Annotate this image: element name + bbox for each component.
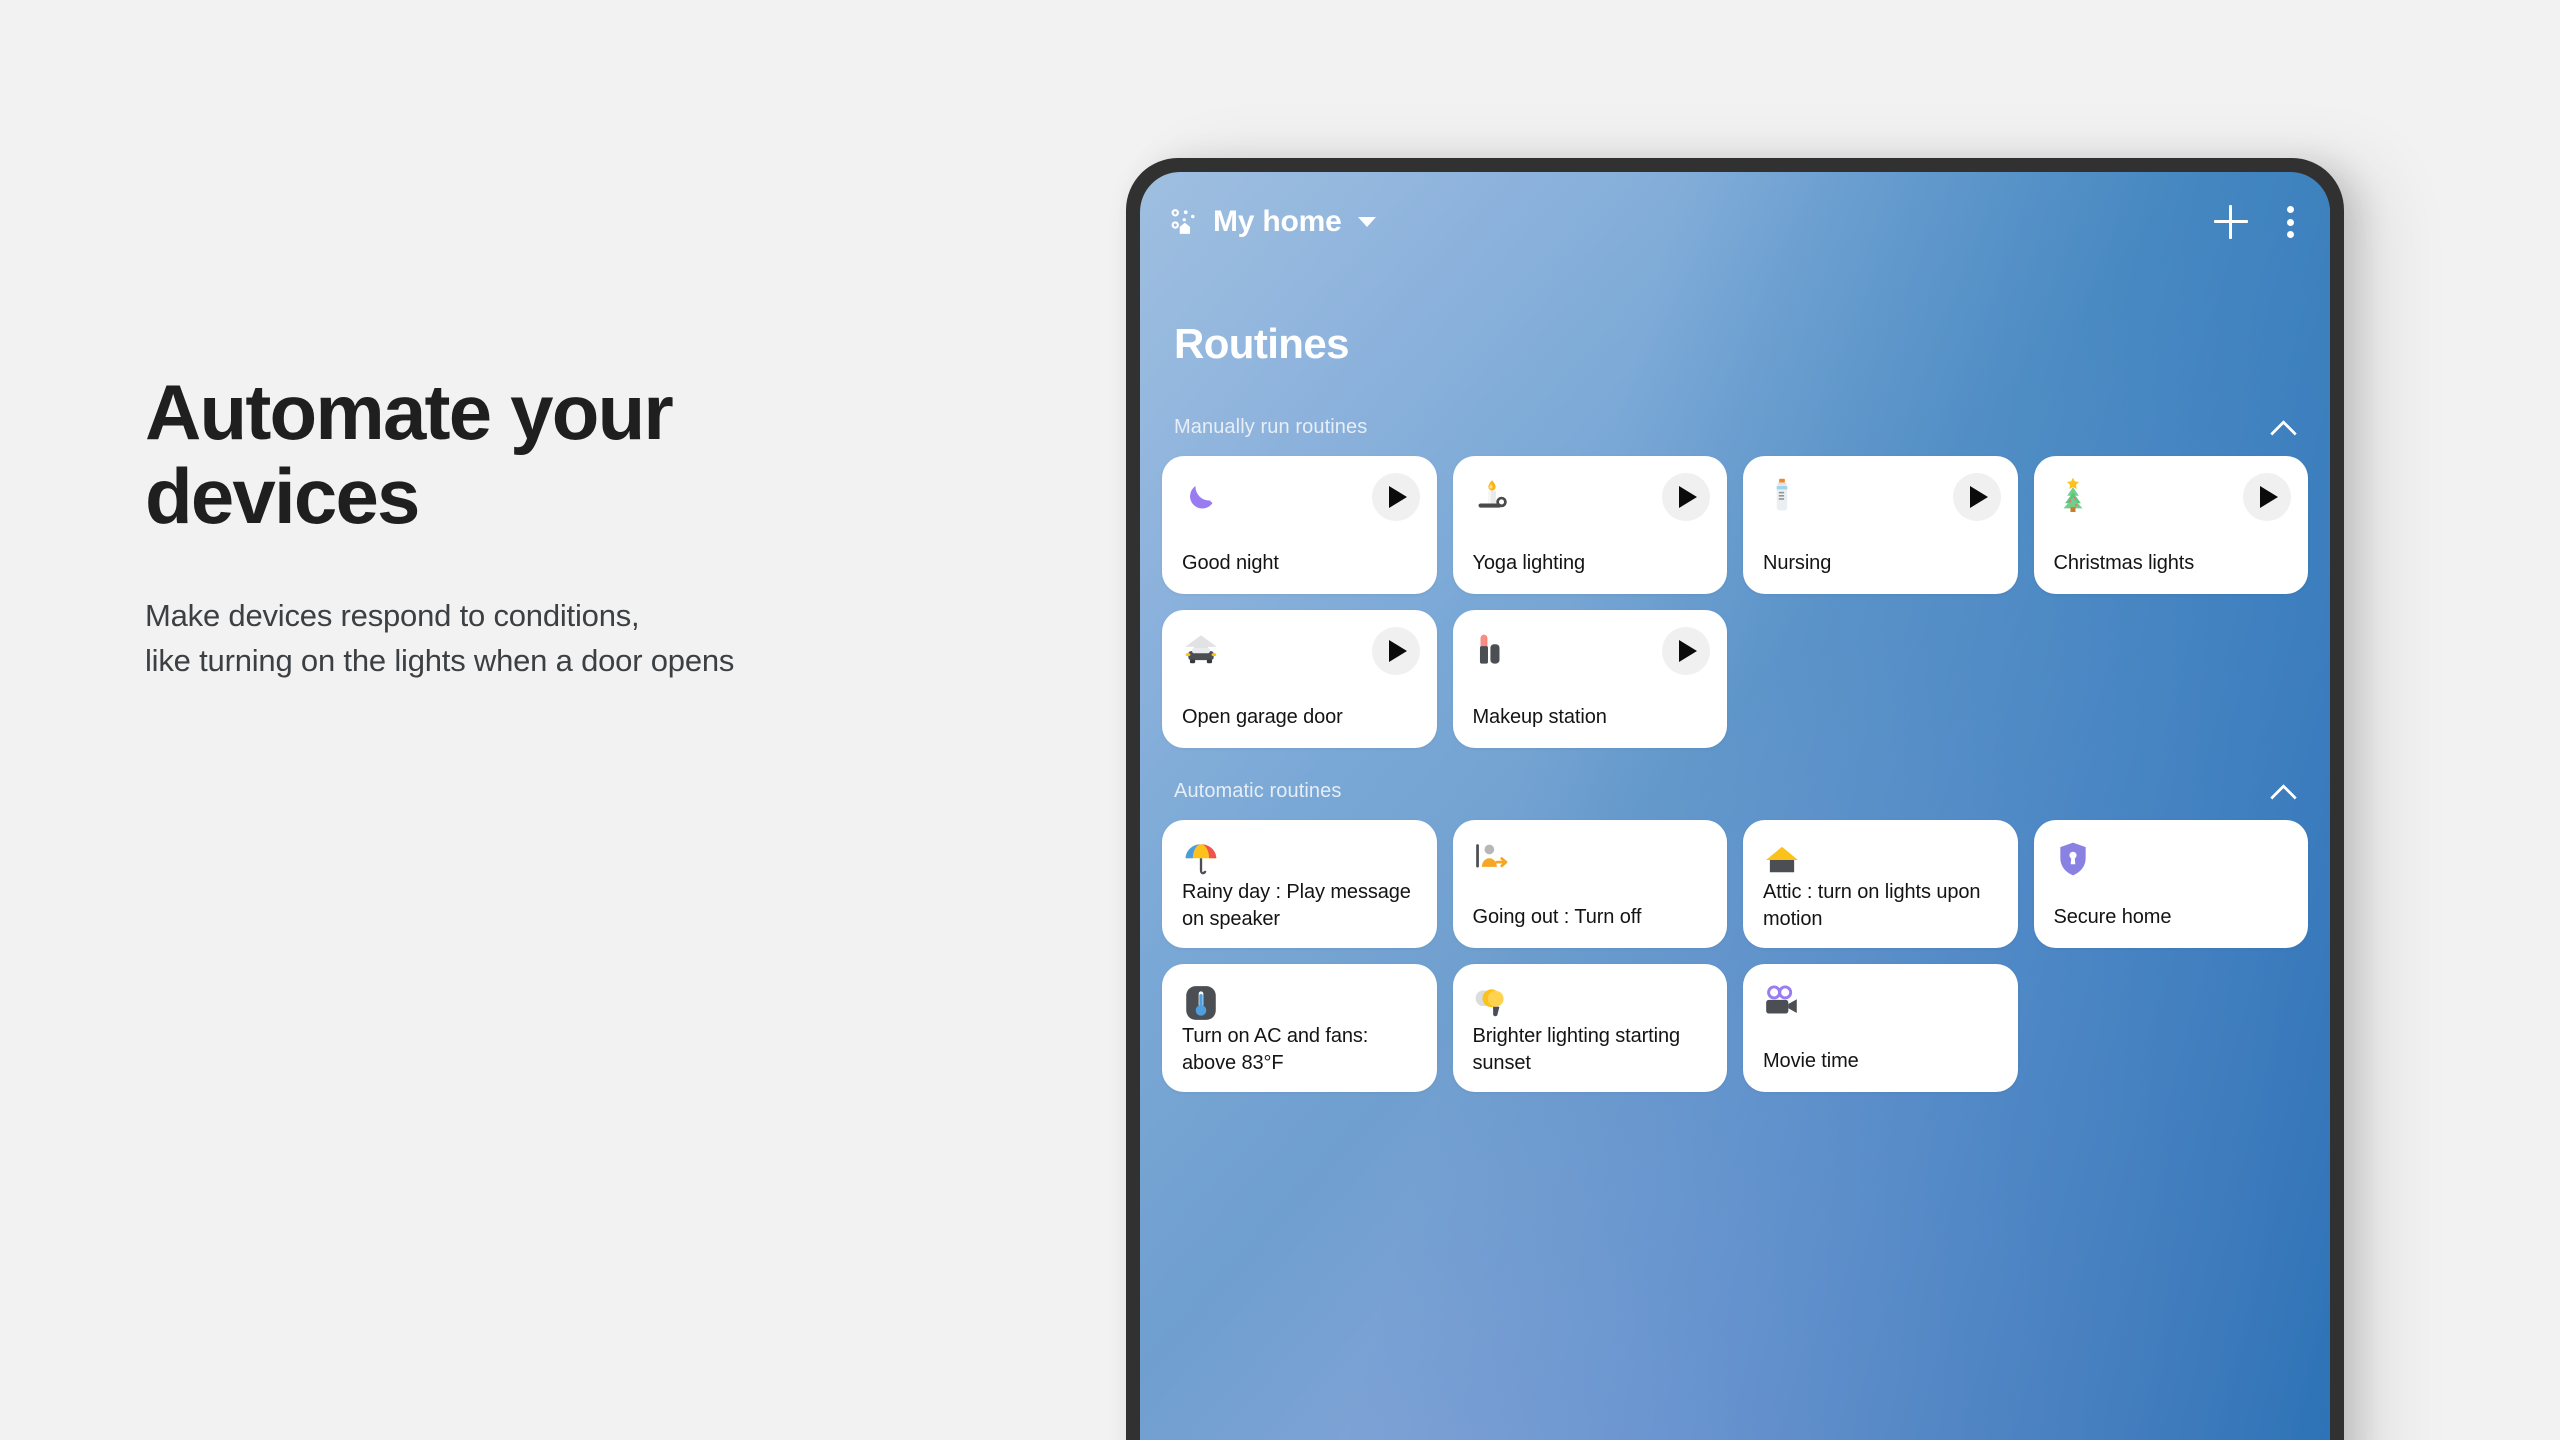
- grid-empty-slot: [2034, 964, 2309, 1092]
- grid-empty-slot: [1743, 610, 2018, 748]
- lipstick-icon: [1473, 630, 1511, 668]
- routine-card[interactable]: Makeup station: [1452, 610, 1727, 748]
- plus-icon[interactable]: [2214, 205, 2248, 239]
- routine-label: Good night: [1182, 551, 1279, 574]
- play-icon[interactable]: [2243, 473, 2291, 521]
- routine-label: Movie time: [1763, 1049, 1859, 1072]
- routine-card[interactable]: Open garage door: [1162, 610, 1437, 748]
- routine-label: Turn on AC and fans: above 83°F: [1182, 1025, 1369, 1074]
- app-bar-actions: [2214, 205, 2294, 239]
- section-header-manual[interactable]: Manually run routines: [1162, 410, 2308, 444]
- routine-label: Yoga lighting: [1472, 551, 1586, 574]
- attic-house-icon: [1763, 840, 1801, 878]
- section-label-manual: Manually run routines: [1174, 415, 1368, 438]
- phone-mockup: My home Routines Manually run routines G…: [1126, 158, 2344, 1440]
- play-icon[interactable]: [1952, 473, 2001, 521]
- routine-label: Attic : turn on lights upon motion: [1763, 881, 1981, 930]
- play-icon[interactable]: [1371, 473, 1420, 521]
- routine-card[interactable]: Yoga lighting: [1452, 456, 1727, 594]
- smart-home-icon: [1170, 207, 1200, 237]
- shield-lock-icon: [2054, 840, 2092, 878]
- routine-card[interactable]: Good night: [1162, 456, 1437, 594]
- christmas-tree-icon: [2054, 476, 2092, 514]
- phone-screen: My home Routines Manually run routines G…: [1140, 172, 2330, 1440]
- page-headline: Automate your devices: [145, 368, 674, 541]
- routine-label: Open garage door: [1182, 705, 1343, 728]
- routine-card[interactable]: Christmas lights: [2033, 456, 2308, 594]
- routine-card[interactable]: Brighter lighting starting sunset: [1452, 964, 1727, 1092]
- routine-label: Nursing: [1763, 551, 1832, 574]
- routine-label: Brighter lighting starting sunset: [1472, 1025, 1681, 1074]
- crescent-moon-icon: [1182, 476, 1220, 514]
- routine-label: Christmas lights: [2053, 551, 2195, 574]
- routine-card[interactable]: Going out : Turn off: [1452, 820, 1727, 948]
- page-title: Routines: [1174, 320, 1349, 367]
- play-icon[interactable]: [1371, 627, 1420, 675]
- chevron-up-icon[interactable]: [2270, 784, 2296, 799]
- candle-icon: [1473, 476, 1511, 514]
- routine-card[interactable]: Movie time: [1743, 964, 2018, 1092]
- umbrella-icon: [1182, 840, 1220, 878]
- home-name-label: My home: [1213, 205, 1342, 238]
- baby-bottle-icon: [1763, 476, 1801, 514]
- lightbulb-icon: [1473, 984, 1511, 1022]
- section-automatic-routines: Automatic routines Rainy day: Play mess…: [1162, 774, 2308, 1092]
- routine-card[interactable]: Attic : turn on lights upon motion: [1743, 820, 2018, 948]
- page-subhead: Make devices respond to conditions, like…: [145, 598, 735, 679]
- app-bar: My home: [1162, 172, 2308, 272]
- grid-empty-slot: [2034, 610, 2309, 748]
- home-selector[interactable]: My home: [1170, 205, 1376, 239]
- garage-car-icon: [1182, 630, 1220, 668]
- kebab-menu-icon[interactable]: [2286, 205, 2294, 239]
- section-header-automatic[interactable]: Automatic routines: [1162, 774, 2308, 808]
- routine-label: Secure home: [2053, 905, 2172, 928]
- section-manual-routines: Manually run routines Good night Yoga li…: [1162, 410, 2308, 748]
- play-icon[interactable]: [1662, 627, 1710, 675]
- person-exiting-icon: [1473, 840, 1511, 878]
- chevron-up-icon[interactable]: [2270, 420, 2296, 435]
- routine-label: Rainy day : Play message on speaker: [1182, 881, 1411, 930]
- section-label-automatic: Automatic routines: [1174, 779, 1342, 802]
- thermometer-icon: [1182, 984, 1220, 1022]
- routine-card[interactable]: Nursing: [1743, 456, 2018, 594]
- manual-routines-grid: Good night Yoga lighting Nursing Christm…: [1162, 456, 2308, 748]
- routine-label: Going out : Turn off: [1472, 905, 1642, 928]
- routine-card[interactable]: Turn on AC and fans: above 83°F: [1162, 964, 1437, 1092]
- marketing-panel: Automate your devices Make devices respo…: [145, 370, 1025, 684]
- automatic-routines-grid: Rainy day : Play message on speaker Goin…: [1162, 820, 2308, 1092]
- chevron-down-icon[interactable]: [1357, 217, 1376, 227]
- play-icon[interactable]: [1662, 473, 1710, 521]
- routine-label: Makeup station: [1472, 705, 1607, 728]
- movie-camera-icon: [1763, 984, 1801, 1022]
- routine-card[interactable]: Rainy day : Play message on speaker: [1162, 820, 1437, 948]
- routine-card[interactable]: Secure home: [2033, 820, 2308, 948]
